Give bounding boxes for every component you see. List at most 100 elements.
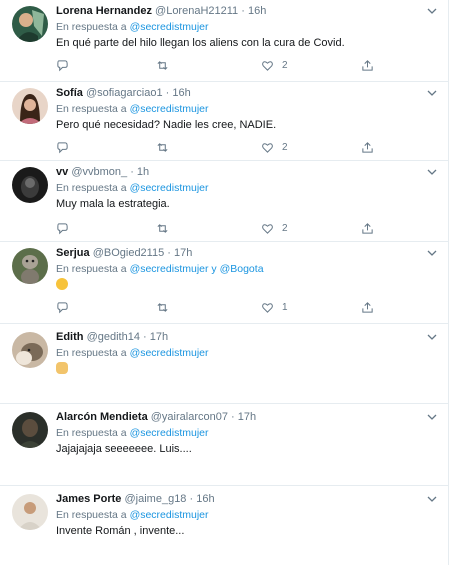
avatar[interactable] (12, 167, 48, 203)
mention-link[interactable]: @secredistmujer (130, 263, 209, 275)
caret-down-icon[interactable] (426, 494, 438, 504)
mention-link[interactable]: @secredistmujer (130, 427, 209, 439)
tweet-text: En qué parte del hilo llegan los aliens … (56, 37, 345, 49)
reply-prefix: En respuesta a (56, 182, 127, 194)
reply-icon (57, 141, 68, 153)
mention-link[interactable]: @Bogota (220, 263, 264, 275)
caret-down-icon[interactable] (426, 412, 438, 422)
tweet-header: Lorena Hernandez @LorenaH21211 · 16h (56, 4, 440, 18)
timestamp[interactable]: 17h (238, 411, 256, 423)
like-button[interactable]: 2 (261, 58, 288, 72)
separator-dot: · (130, 166, 134, 178)
shushing-face-emoji (56, 278, 68, 290)
author-handle[interactable]: @sofiagarciao1 (86, 87, 163, 99)
avatar[interactable] (12, 332, 48, 368)
reply-icon (57, 222, 68, 234)
like-button[interactable]: 1 (261, 300, 288, 314)
separator-dot: · (165, 87, 170, 99)
tweet-header: vv @vvbmon_ · 1h (56, 165, 440, 179)
caret-down-icon[interactable] (426, 88, 438, 98)
author-handle[interactable]: @yairalarcon07 (151, 411, 228, 423)
like-button[interactable]: 2 (261, 221, 288, 235)
share-button[interactable] (361, 221, 374, 235)
avatar[interactable] (12, 88, 48, 124)
tweet[interactable]: James Porte @jaime_g18 · 16h En respuest… (0, 486, 449, 565)
timestamp[interactable]: 16h (196, 493, 214, 505)
reply-conjunction: y (211, 263, 217, 275)
timestamp[interactable]: 16h (172, 87, 190, 99)
avatar[interactable] (12, 248, 48, 284)
reply-prefix: En respuesta a (56, 347, 127, 359)
mention-link[interactable]: @secredistmujer (130, 21, 209, 33)
caret-down-icon[interactable] (426, 6, 438, 16)
author-name[interactable]: vv (56, 166, 68, 178)
separator-dot: · (143, 331, 147, 343)
share-icon (362, 141, 373, 153)
tweet-header: James Porte @jaime_g18 · 16h (56, 492, 440, 506)
reply-context: En respuesta a @secredistmujer y @Bogota (56, 262, 440, 276)
tweet-text: Invente Román , invente... (56, 525, 185, 537)
reply-prefix: En respuesta a (56, 263, 127, 275)
mention-link[interactable]: @secredistmujer (130, 103, 209, 115)
reply-button[interactable] (56, 58, 69, 72)
share-icon (362, 59, 373, 71)
author-handle[interactable]: @jaime_g18 (125, 493, 187, 505)
reply-button[interactable] (56, 140, 69, 154)
caret-down-icon[interactable] (426, 167, 438, 177)
tweet-text (56, 362, 440, 378)
retweet-button[interactable] (156, 221, 169, 235)
retweet-button[interactable] (156, 140, 169, 154)
author-handle[interactable]: @BOgied2115 (93, 247, 165, 259)
tweet-text: Jajajajaja seeeeeee. Luis.... (56, 443, 192, 455)
share-button[interactable] (361, 140, 374, 154)
retweet-icon (157, 60, 168, 70)
separator-dot: · (231, 411, 235, 423)
author-name[interactable]: Alarcón Mendieta (56, 411, 148, 423)
timestamp[interactable]: 17h (150, 331, 168, 343)
like-icon (262, 142, 273, 153)
reply-context: En respuesta a @secredistmujer (56, 20, 440, 34)
reply-prefix: En respuesta a (56, 509, 127, 521)
author-name[interactable]: Serjua (56, 247, 90, 259)
like-count: 2 (282, 141, 288, 153)
avatar[interactable] (12, 494, 48, 530)
timestamp[interactable]: 16h (248, 5, 266, 17)
avatar[interactable] (12, 412, 48, 448)
reply-context: En respuesta a @secredistmujer (56, 181, 440, 195)
caret-down-icon[interactable] (426, 248, 438, 258)
author-handle[interactable]: @LorenaH21211 (155, 5, 238, 17)
retweet-button[interactable] (156, 300, 169, 314)
reply-button[interactable] (56, 221, 69, 235)
author-name[interactable]: Edith (56, 331, 84, 343)
like-count: 1 (282, 301, 288, 313)
tweet[interactable]: Serjua @BOgied2115 · 17h En respuesta a … (0, 242, 449, 324)
reply-prefix: En respuesta a (56, 21, 127, 33)
mention-link[interactable]: @secredistmujer (130, 347, 209, 359)
tweet[interactable]: Alarcón Mendieta @yairalarcon07 · 17h En… (0, 404, 449, 486)
retweet-button[interactable] (156, 58, 169, 72)
tweet[interactable]: Lorena Hernandez @LorenaH21211 · 16h En … (0, 0, 449, 82)
like-icon (262, 302, 273, 313)
reply-prefix: En respuesta a (56, 427, 127, 439)
tweet[interactable]: Sofía @sofiagarciao1 · 16h En respuesta … (0, 82, 449, 161)
author-name[interactable]: James Porte (56, 493, 121, 505)
avatar[interactable] (12, 6, 48, 42)
share-button[interactable] (361, 300, 374, 314)
reply-context: En respuesta a @secredistmujer (56, 508, 440, 522)
mention-link[interactable]: @secredistmujer (130, 182, 209, 194)
caret-down-icon[interactable] (426, 332, 438, 342)
timestamp[interactable]: 17h (174, 247, 192, 259)
author-handle[interactable]: @vvbmon_ (71, 166, 127, 178)
reply-button[interactable] (56, 300, 69, 314)
mention-link[interactable]: @secredistmujer (130, 509, 209, 521)
timestamp[interactable]: 1h (137, 166, 149, 178)
author-name[interactable]: Sofía (56, 87, 83, 99)
author-handle[interactable]: @gedith14 (87, 331, 140, 343)
retweet-icon (157, 302, 168, 312)
tweet-text: Pero qué necesidad? Nadie les cree, NADI… (56, 119, 277, 131)
tweet[interactable]: vv @vvbmon_ · 1h En respuesta a @secredi… (0, 161, 449, 242)
tweet[interactable]: Edith @gedith14 · 17h En respuesta a @se… (0, 324, 449, 404)
author-name[interactable]: Lorena Hernandez (56, 5, 152, 17)
share-button[interactable] (361, 58, 374, 72)
like-button[interactable]: 2 (261, 140, 288, 154)
